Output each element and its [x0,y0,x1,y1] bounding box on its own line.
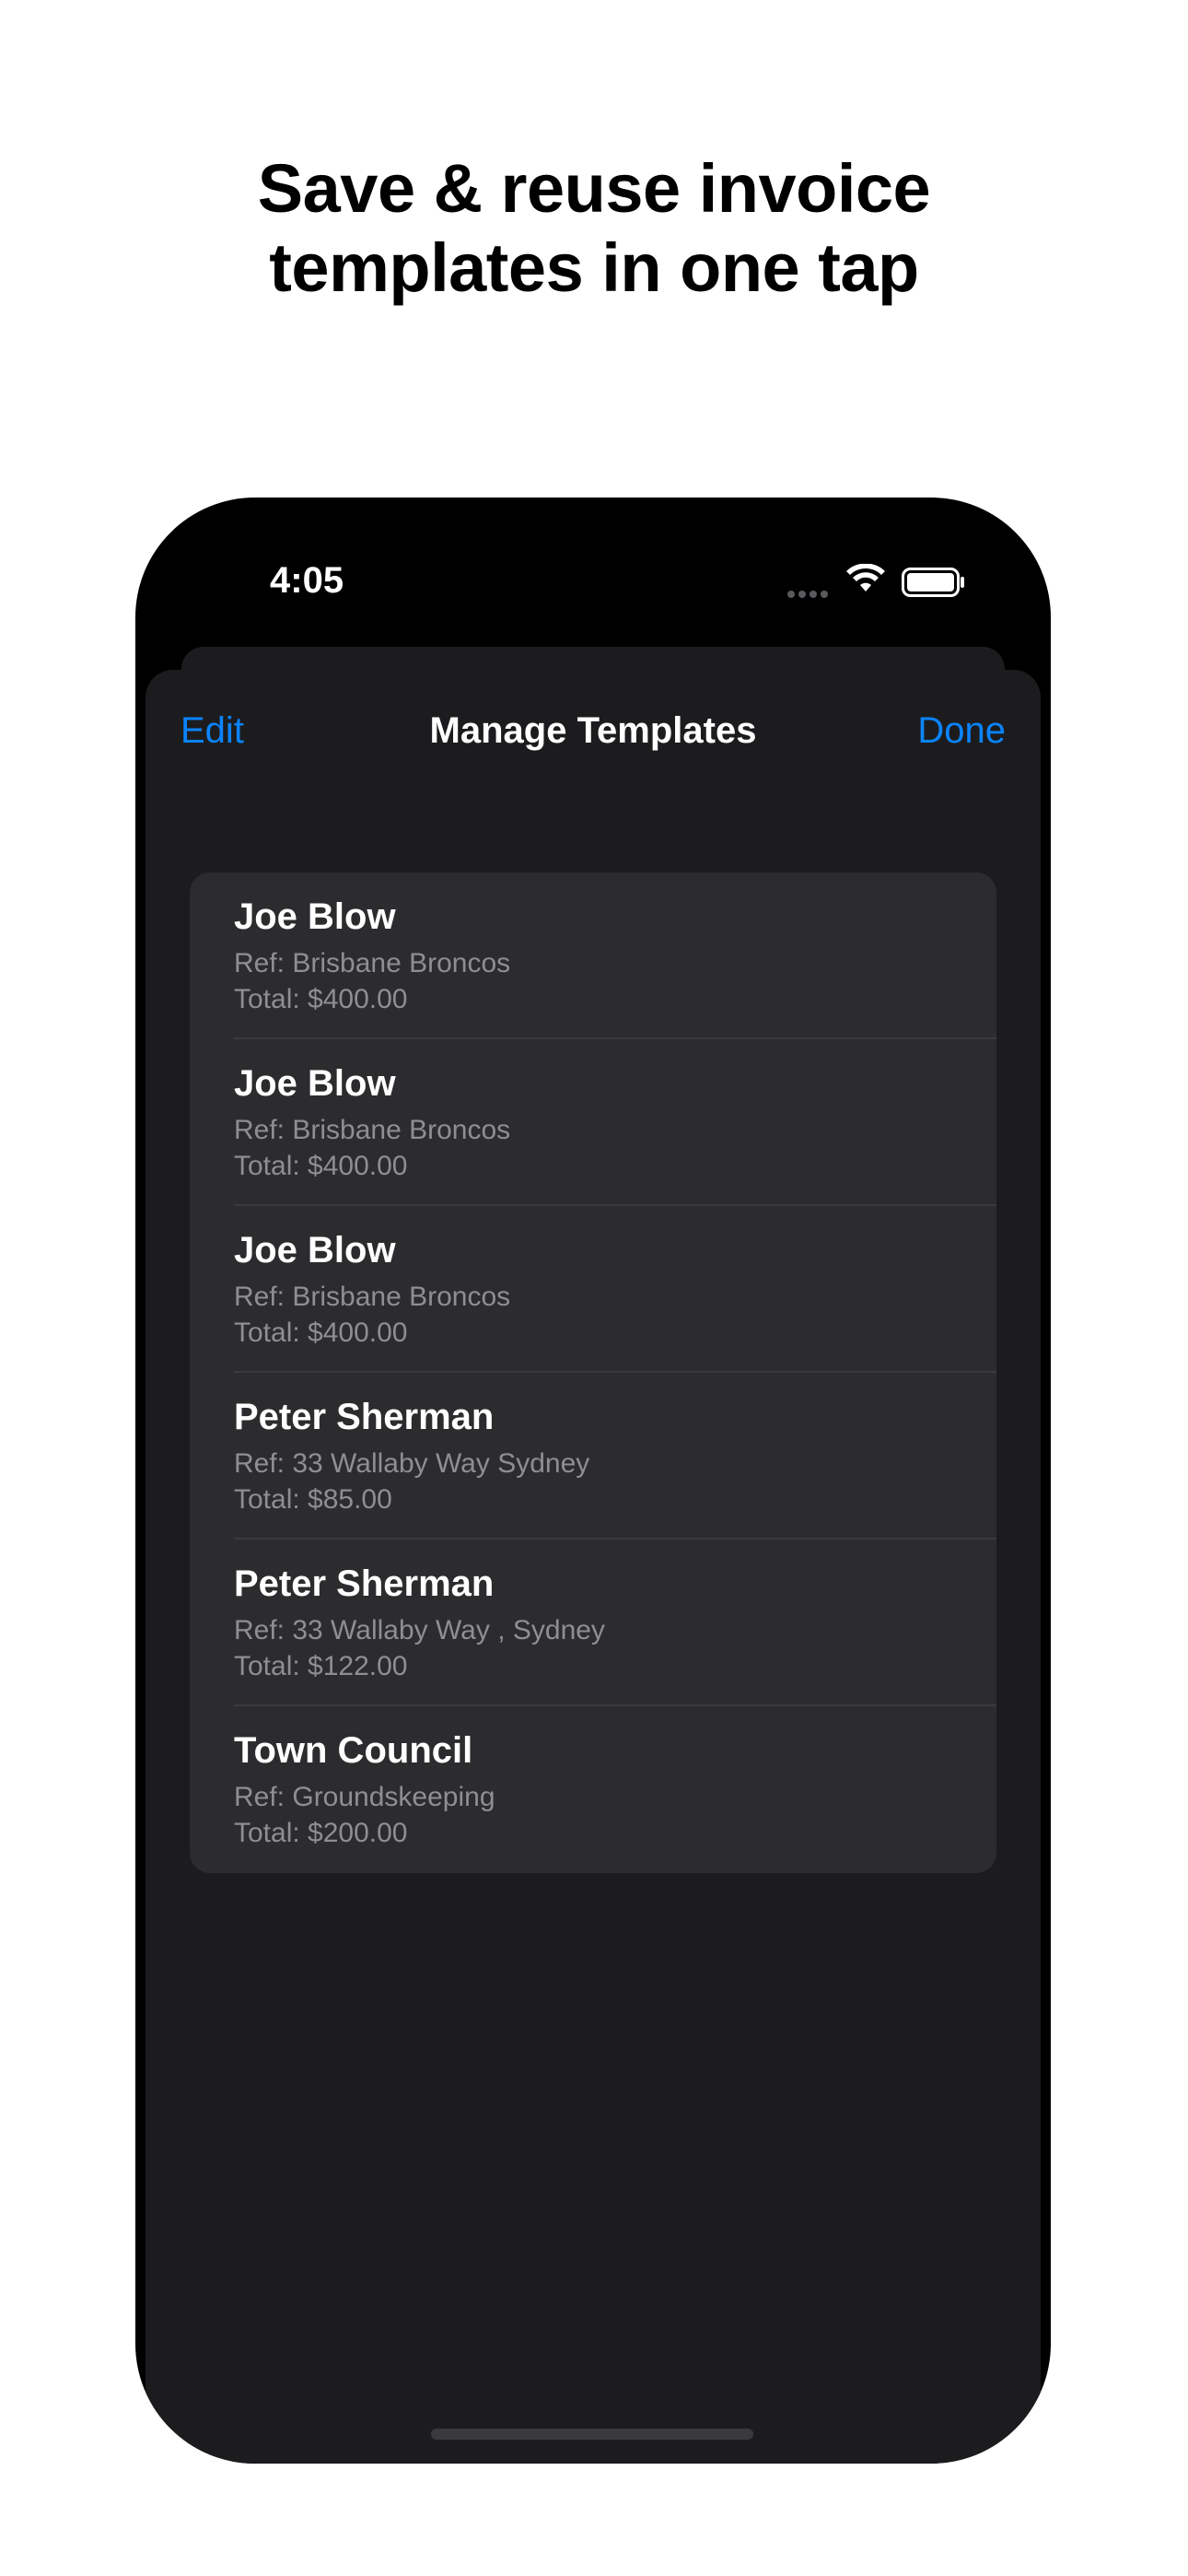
template-total: Total: $400.00 [234,1317,408,1348]
signal-icon [787,586,833,598]
marketing-screenshot: Save & reuse invoice templates in one ta… [0,0,1188,2576]
template-row[interactable]: Town Council Ref: Groundskeeping Total: … [190,1706,996,1873]
template-name: Joe Blow [234,1063,396,1104]
template-name: Joe Blow [234,1230,396,1270]
edit-button[interactable]: Edit [181,710,244,752]
done-button[interactable]: Done [917,710,1006,752]
headline: Save & reuse invoice templates in one ta… [0,149,1188,308]
manage-templates-sheet: Edit Manage Templates Done Joe Blow Ref:… [146,670,1041,2464]
nav-title: Manage Templates [429,710,757,751]
wifi-icon [846,564,885,591]
status-time: 4:05 [270,560,344,601]
template-ref: Ref: Brisbane Broncos [234,948,511,978]
template-total: Total: $200.00 [234,1818,408,1848]
template-ref: Ref: 33 Wallaby Way Sydney [234,1448,590,1479]
phone-frame: 4:05 Edit Manage Templates Done Joe Blow… [135,498,1051,2464]
template-total: Total: $122.00 [234,1651,408,1681]
navigation-bar: Edit Manage Templates Done [146,670,1041,799]
headline-line-2: templates in one tap [269,229,919,306]
template-total: Total: $400.00 [234,984,408,1014]
template-row[interactable]: Joe Blow Ref: Brisbane Broncos Total: $4… [190,1206,996,1373]
template-total: Total: $400.00 [234,1151,408,1181]
template-row[interactable]: Peter Sherman Ref: 33 Wallaby Way , Sydn… [190,1540,996,1706]
template-ref: Ref: Brisbane Broncos [234,1115,511,1145]
template-ref: Ref: Groundskeeping [234,1782,495,1812]
templates-list: Joe Blow Ref: Brisbane Broncos Total: $4… [190,872,996,1873]
template-name: Peter Sherman [234,1397,495,1437]
template-name: Joe Blow [234,896,396,937]
template-ref: Ref: Brisbane Broncos [234,1282,511,1312]
template-row[interactable]: Joe Blow Ref: Brisbane Broncos Total: $4… [190,872,996,1039]
template-name: Town Council [234,1730,473,1771]
template-name: Peter Sherman [234,1563,495,1604]
template-row[interactable]: Peter Sherman Ref: 33 Wallaby Way Sydney… [190,1373,996,1540]
template-ref: Ref: 33 Wallaby Way , Sydney [234,1615,605,1645]
headline-line-1: Save & reuse invoice [257,150,931,227]
template-total: Total: $85.00 [234,1484,392,1515]
home-indicator[interactable] [431,2429,753,2440]
battery-icon [902,568,964,597]
template-row[interactable]: Joe Blow Ref: Brisbane Broncos Total: $4… [190,1039,996,1206]
status-bar: 4:05 [135,498,1051,636]
